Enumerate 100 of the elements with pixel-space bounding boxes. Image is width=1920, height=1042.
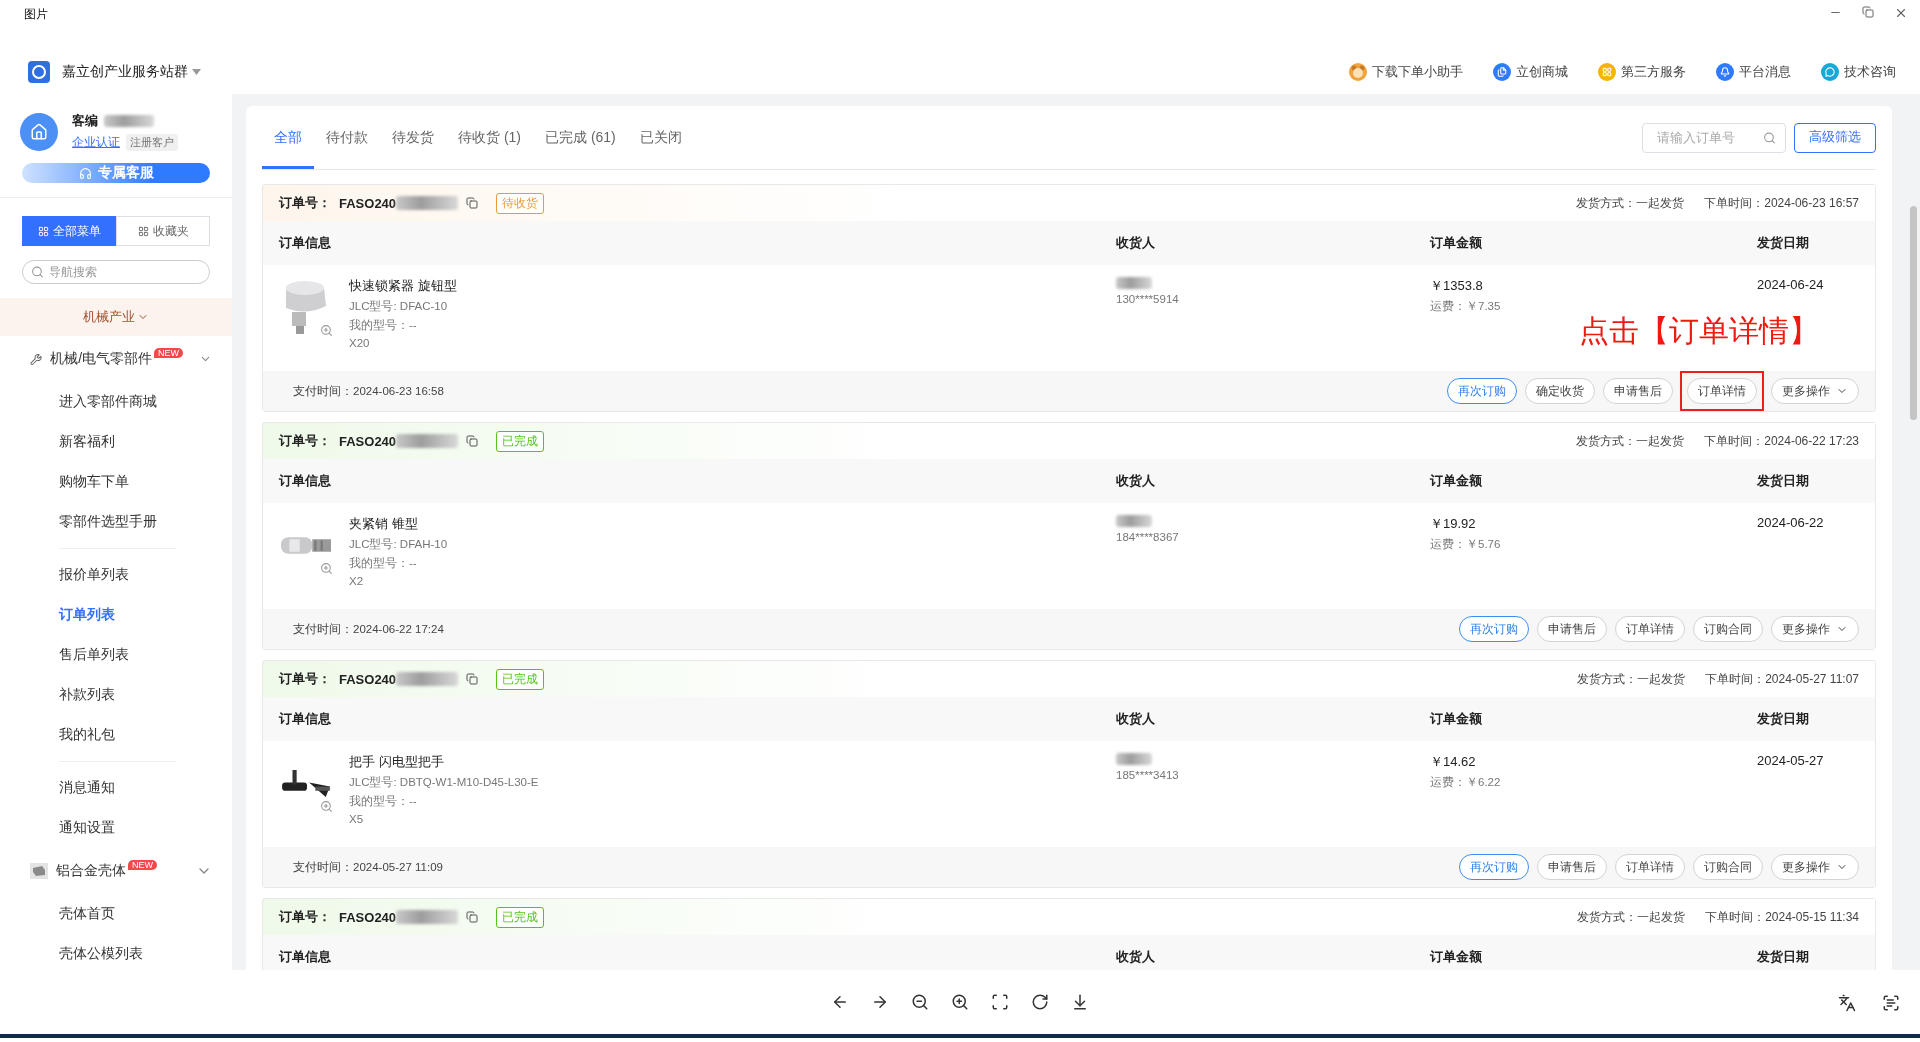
column-header: 收货人 xyxy=(1116,710,1156,728)
nav-item[interactable]: 订单列表 xyxy=(0,595,232,635)
ship-date: 2024-05-27 xyxy=(1757,753,1825,768)
mall-icon xyxy=(1493,63,1511,81)
status-tag: 已完成 xyxy=(496,668,545,690)
status-tag: 已完成 xyxy=(496,906,545,928)
advanced-filter-button[interactable]: 高级筛选 xyxy=(1794,122,1876,153)
header-link[interactable]: 下载下单小助手 xyxy=(1349,63,1463,81)
order-number: FASO240 xyxy=(339,433,397,449)
nav-item[interactable]: 通知设置 xyxy=(0,808,232,848)
order-number-label: 订单号： xyxy=(279,670,331,688)
column-header: 订单信息 xyxy=(279,234,332,252)
shipping-fee: 运费：￥7.35 xyxy=(1430,299,1501,314)
copy-icon[interactable] xyxy=(466,435,479,447)
order-action-button[interactable]: 申请售后 xyxy=(1603,378,1673,404)
order-tab[interactable]: 待发货 xyxy=(380,106,446,169)
order-action-button[interactable]: 更多操作 xyxy=(1771,378,1859,404)
order-number-label: 订单号： xyxy=(279,432,331,450)
menu-tab[interactable]: 收藏夹 xyxy=(116,216,210,246)
ship-method: 发货方式：一起发货 xyxy=(1577,908,1686,926)
order-action-button[interactable]: 确定收货 xyxy=(1525,378,1595,404)
column-header: 发货日期 xyxy=(1757,948,1810,966)
column-header: 订单信息 xyxy=(279,710,332,728)
headset-icon xyxy=(78,166,92,180)
receiver-phone: 130****5914 xyxy=(1116,293,1179,305)
paid-time: 支付时间：2024-06-23 16:58 xyxy=(293,383,444,399)
ship-method: 发货方式：一起发货 xyxy=(1576,194,1685,212)
order-number: FASO240 xyxy=(339,195,397,211)
copy-icon[interactable] xyxy=(466,911,479,923)
nav-item[interactable]: 新客福利 xyxy=(0,422,232,462)
header-link[interactable]: 平台消息 xyxy=(1716,63,1791,81)
column-header: 订单金额 xyxy=(1430,710,1483,728)
nav-item[interactable]: 壳体首页 xyxy=(0,894,232,934)
header-link[interactable]: 技术咨询 xyxy=(1821,63,1896,81)
order-action-button[interactable]: 申请售后 xyxy=(1537,616,1607,642)
caret-down-icon xyxy=(192,69,201,75)
status-tag: 待收货 xyxy=(496,192,545,214)
close-icon[interactable] xyxy=(1894,6,1908,20)
order-action-button[interactable]: 再次订购 xyxy=(1459,854,1529,880)
order-tab[interactable]: 待付款 xyxy=(314,106,380,169)
my-model: 我的型号：-- xyxy=(349,794,418,809)
order-tab[interactable]: 全部 xyxy=(262,106,314,169)
order-action-button[interactable]: 订单详情 xyxy=(1687,378,1757,404)
grid-icon xyxy=(1598,63,1616,81)
order-action-button[interactable]: 再次订购 xyxy=(1447,378,1517,404)
product-name: 把手 闪电型把手 xyxy=(349,753,445,771)
order-action-button[interactable]: 更多操作 xyxy=(1771,854,1859,880)
nav-item[interactable]: 购物车下单 xyxy=(0,462,232,502)
nav-search-field[interactable]: 导航搜索 xyxy=(22,260,210,284)
column-header: 订单信息 xyxy=(279,472,332,490)
order-action-button[interactable]: 订单详情 xyxy=(1615,616,1685,642)
order-time: 下单时间：2024-06-22 17:23 xyxy=(1704,432,1859,450)
jlc-model: JLC型号: DBTQ-W1-M10-D45-L30-E xyxy=(349,775,539,790)
copy-icon[interactable] xyxy=(466,197,479,209)
ship-method: 发货方式：一起发货 xyxy=(1577,670,1686,688)
ship-method: 发货方式：一起发货 xyxy=(1576,432,1685,450)
enclosure-icon xyxy=(30,863,48,879)
paid-time: 支付时间：2024-06-22 17:24 xyxy=(293,621,444,637)
order-action-button[interactable]: 更多操作 xyxy=(1771,616,1859,642)
nav-item[interactable]: 壳体公模列表 xyxy=(0,934,232,970)
order-tab[interactable]: 待收货 (1) xyxy=(446,106,533,169)
grid-icon xyxy=(137,225,149,237)
copy-icon[interactable] xyxy=(466,673,479,685)
user-tag: 注册客户 xyxy=(126,134,178,151)
nav-item[interactable]: 消息通知 xyxy=(0,768,232,808)
order-search-field[interactable]: 请输入订单号 xyxy=(1642,122,1786,153)
nav-item[interactable]: 零部件选型手册 xyxy=(0,502,232,542)
order-number: FASO240 xyxy=(339,671,397,687)
industry-dropdown[interactable]: 机械产业 xyxy=(0,298,232,336)
column-header: 收货人 xyxy=(1116,472,1156,490)
redacted-blur xyxy=(396,196,459,210)
order-action-button[interactable]: 订单详情 xyxy=(1615,854,1685,880)
order-action-button[interactable]: 订购合同 xyxy=(1693,854,1763,880)
order-action-button[interactable]: 申请售后 xyxy=(1537,854,1607,880)
nav-item[interactable]: 我的礼包 xyxy=(0,715,232,755)
redacted-blur xyxy=(396,910,459,924)
column-header: 发货日期 xyxy=(1757,710,1810,728)
redacted-blur xyxy=(1116,753,1152,765)
jlc-model: JLC型号: DFAH-10 xyxy=(349,537,448,552)
redacted-blur xyxy=(1116,277,1152,289)
header-link[interactable]: 第三方服务 xyxy=(1598,63,1686,81)
nav-item[interactable]: 报价单列表 xyxy=(0,555,232,595)
nav-item[interactable]: 补款列表 xyxy=(0,675,232,715)
header-link[interactable]: 立创商城 xyxy=(1493,63,1568,81)
order-tab[interactable]: 已关闭 xyxy=(627,106,694,169)
verify-link[interactable]: 企业认证 xyxy=(72,134,120,151)
column-header: 订单金额 xyxy=(1430,234,1483,252)
order-tab[interactable]: 已完成 (61) xyxy=(533,106,628,169)
order-action-button[interactable]: 再次订购 xyxy=(1459,616,1529,642)
annotation-text: 点击【订单详情】 xyxy=(1579,313,1819,349)
menu-tab[interactable]: 全部菜单 xyxy=(22,216,116,246)
order-action-button[interactable]: 订购合同 xyxy=(1693,616,1763,642)
my-model: 我的型号：-- xyxy=(349,556,418,571)
nav-item[interactable]: 售后单列表 xyxy=(0,635,232,675)
translate-icon[interactable] xyxy=(1836,992,1858,1014)
column-header: 收货人 xyxy=(1116,234,1156,252)
restore-icon[interactable] xyxy=(1862,6,1874,18)
site-switcher[interactable]: 嘉立创产业服务站群 xyxy=(62,63,201,81)
nav-item[interactable]: 进入零部件商城 xyxy=(0,382,232,422)
search-icon xyxy=(31,265,44,279)
